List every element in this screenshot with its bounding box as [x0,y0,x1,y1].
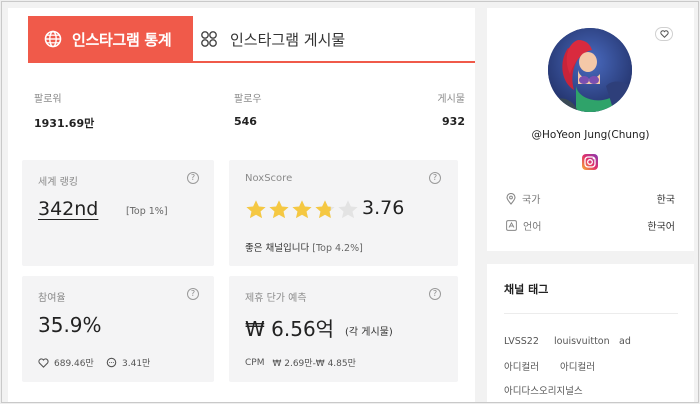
favorite-button[interactable] [655,27,673,41]
engagement-value: 35.9% [38,313,102,337]
profile-name: @HoYeon Jung(Chung) [531,129,650,141]
collab-value: ₩ 6.56억 [245,317,335,341]
following-label: 팔로우 [234,94,262,105]
tag-item[interactable]: LVSS22 [504,336,539,347]
tab-instagram-stats[interactable]: 인스타그램 통계 [28,16,193,62]
star-icon [292,200,312,219]
help-icon[interactable]: ? [187,172,199,184]
engagement-card: 참여율 ? 35.9% 689.46만 3.41만 [22,276,214,382]
tag-item[interactable]: louisvuitton [554,336,610,347]
likes-stat: 689.46만 [38,356,94,369]
collab-sub: (각 게시물) [345,327,393,338]
posts-value: 932 [442,115,465,128]
noxscore-desc-text: 좋은 채널입니다 [245,243,310,254]
country-label: 국가 [522,195,541,206]
instagram-icon[interactable] [582,154,598,170]
heart-icon [659,30,669,38]
collab-price-card: 제휴 단가 예측 ? ₩ 6.56억 (각 게시물) CPM ₩ 2.69만-₩… [229,276,458,382]
noxscore-desc-sub: [Top 4.2%] [312,243,363,254]
heart-icon [38,357,49,368]
channel-tags-panel: 채널 태그 LVSS22 louisvuitton ad 아디컬러 아디컬러 아… [487,264,694,402]
star-icon [246,200,266,219]
ranking-sub: [Top 1%] [126,206,168,217]
ranking-card: 세계 랭킹 ? 342nd [Top 1%] [22,160,214,266]
followers-stat: 팔로워 1931.69만 [34,90,94,131]
ranking-title: 세계 랭킹 [38,177,78,188]
divider [504,313,678,314]
following-value: 546 [234,115,257,128]
star-rating [245,199,360,221]
tab-label: 인스타그램 게시물 [230,30,346,49]
tag-item[interactable]: 아디컬러 [560,359,595,373]
noxscore-value: 3.76 [362,197,405,219]
noxscore-title: NoxScore [245,173,293,184]
comment-icon [106,357,117,368]
posts-stat: 게시물 932 [437,90,465,128]
cpm-value: ₩ 2.69만-₩ 4.85만 [272,359,356,369]
main-panel: 인스타그램 통계 인스타그램 게시물 팔로워 1931.69만 팔로우 546 … [8,8,475,402]
tab-label: 인스타그램 통계 [72,30,172,49]
tag-item[interactable]: ad [619,336,631,347]
globe-icon [44,30,62,48]
location-pin-icon [506,192,516,205]
star-icon [315,200,335,219]
posts-icon [201,31,217,47]
tag-item[interactable]: 아디다스오리지널스 [504,383,583,397]
avatar-image [548,28,632,112]
help-icon[interactable]: ? [429,288,441,300]
followers-value: 1931.69만 [34,117,95,130]
comments-value: 3.41만 [122,359,151,369]
avatar [548,28,632,112]
cpm-label: CPM [245,357,265,368]
language-icon [506,220,517,231]
posts-label: 게시물 [437,94,465,105]
language-label: 언어 [523,222,542,233]
profile-panel: @HoYeon Jung(Chung) 국가 한국 언어 한국어 [487,8,694,251]
star-icon [338,200,358,219]
ranking-value[interactable]: 342nd [38,198,98,220]
country-key: 국가 [506,191,540,206]
tab-bar: 인스타그램 통계 인스타그램 게시물 [8,8,475,63]
star-icon [269,200,289,219]
country-value: 한국 [656,195,675,206]
engagement-title: 참여율 [38,293,66,304]
help-icon[interactable]: ? [187,288,199,300]
language-key: 언어 [506,218,541,233]
channel-tags-title: 채널 태그 [504,283,549,296]
noxscore-card: NoxScore ? 3.76 좋은 채널입니다 [Top 4.2%] [229,160,458,266]
tab-instagram-posts[interactable]: 인스타그램 게시물 [194,16,394,62]
followers-label: 팔로워 [34,94,62,105]
app-frame: 인스타그램 통계 인스타그램 게시물 팔로워 1931.69만 팔로우 546 … [1,1,699,403]
tag-item[interactable]: 아디컬러 [504,359,539,373]
following-stat: 팔로우 546 [234,90,262,128]
collab-title: 제휴 단가 예측 [245,293,307,304]
cpm-stat: CPM ₩ 2.69만-₩ 4.85만 [245,356,356,370]
likes-value: 689.46만 [54,359,94,369]
noxscore-desc: 좋은 채널입니다 [Top 4.2%] [245,240,363,254]
language-value: 한국어 [647,222,675,233]
stats-row: 팔로워 1931.69만 팔로우 546 게시물 932 [8,90,475,140]
help-icon[interactable]: ? [429,172,441,184]
tab-underline [28,61,475,63]
comments-stat: 3.41만 [106,356,150,369]
